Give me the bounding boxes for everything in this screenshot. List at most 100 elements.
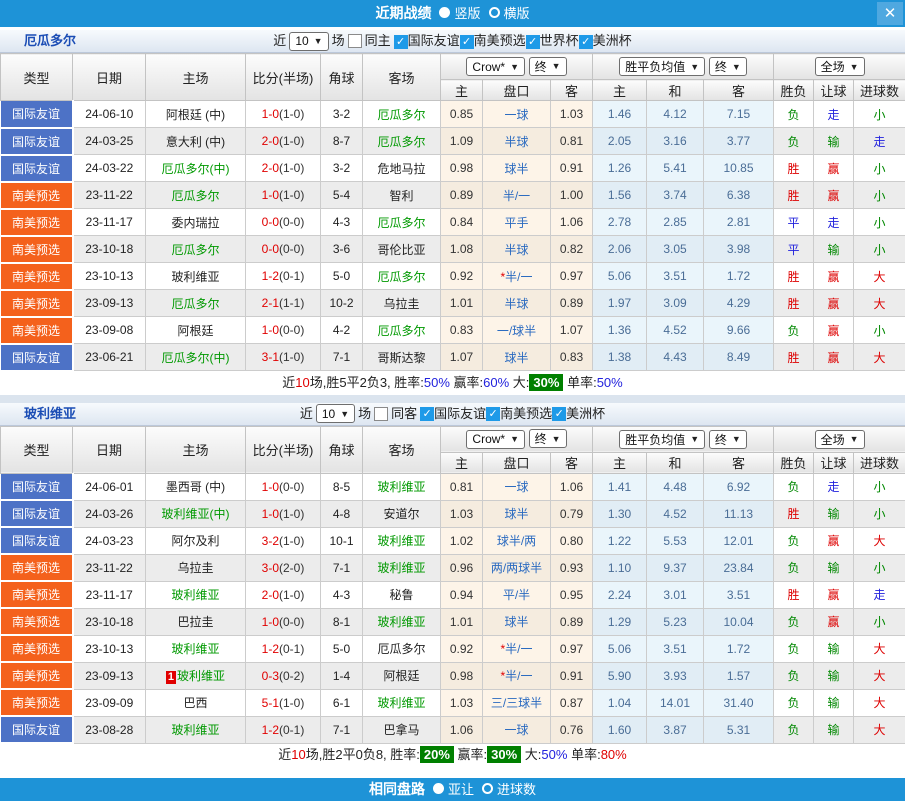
away-team-cell[interactable]: 危地马拉 bbox=[363, 155, 441, 182]
away-odds-cell: 1.06 bbox=[551, 209, 593, 236]
home-team-cell[interactable]: 厄瓜多尔(中) bbox=[146, 155, 246, 182]
away-team-cell[interactable]: 厄瓜多尔 bbox=[363, 317, 441, 344]
away-team-cell[interactable]: 厄瓜多尔 bbox=[363, 635, 441, 662]
goals-radio[interactable] bbox=[482, 783, 493, 794]
match-type-cell: 国际友谊 bbox=[1, 344, 73, 371]
home-team-cell[interactable]: 委内瑞拉 bbox=[146, 209, 246, 236]
away-team-cell[interactable]: 哥斯达黎 bbox=[363, 344, 441, 371]
home-team-cell[interactable]: 玻利维亚(中) bbox=[146, 500, 246, 527]
competition-checkbox[interactable]: ✓ bbox=[420, 407, 434, 421]
home-team-cell[interactable]: 巴西 bbox=[146, 689, 246, 716]
away-team-cell[interactable]: 厄瓜多尔 bbox=[363, 101, 441, 128]
final-select-1[interactable]: 终▼ bbox=[529, 429, 567, 448]
bookmaker-select[interactable]: Crow*▼ bbox=[466, 430, 525, 449]
competition-checkbox[interactable]: ✓ bbox=[460, 35, 474, 49]
match-type-cell: 南美预选 bbox=[1, 290, 73, 317]
away-team-cell[interactable]: 智利 bbox=[363, 182, 441, 209]
home-team-cell[interactable]: 厄瓜多尔 bbox=[146, 290, 246, 317]
avg-away-cell: 3.51 bbox=[704, 581, 774, 608]
final-select-1[interactable]: 终▼ bbox=[529, 57, 567, 76]
home-team-name: 墨西哥 (中) bbox=[166, 480, 225, 494]
final-select-2[interactable]: 终▼ bbox=[709, 57, 747, 76]
team-section: 玻利维亚 近 10▼ 场 同客 ✓国际友谊✓南美预选✓美洲杯 类型 日期 bbox=[0, 403, 905, 768]
home-team-name: 玻利维亚 bbox=[171, 270, 219, 284]
home-team-cell[interactable]: 厄瓜多尔(中) bbox=[146, 344, 246, 371]
games-count-select[interactable]: 10▼ bbox=[316, 404, 355, 423]
corner-cell: 7-1 bbox=[321, 344, 363, 371]
home-team-cell[interactable]: 厄瓜多尔 bbox=[146, 236, 246, 263]
asian-handicap-radio[interactable] bbox=[433, 783, 444, 794]
away-team-cell[interactable]: 厄瓜多尔 bbox=[363, 209, 441, 236]
competition-label[interactable]: 世界杯 bbox=[540, 33, 579, 48]
chevron-down-icon: ▼ bbox=[314, 30, 323, 52]
home-team-cell[interactable]: 玻利维亚 bbox=[146, 635, 246, 662]
same-venue-checkbox[interactable] bbox=[348, 34, 362, 48]
home-team-cell[interactable]: 厄瓜多尔 bbox=[146, 182, 246, 209]
away-odds-cell: 1.06 bbox=[551, 473, 593, 500]
avg-draw-cell: 5.41 bbox=[647, 155, 704, 182]
away-team-cell[interactable]: 厄瓜多尔 bbox=[363, 128, 441, 155]
competition-checkbox[interactable]: ✓ bbox=[394, 35, 408, 49]
home-team-cell[interactable]: 阿根廷 bbox=[146, 317, 246, 344]
competition-checkbox[interactable]: ✓ bbox=[526, 35, 540, 49]
competition-label[interactable]: 南美预选 bbox=[500, 406, 552, 421]
competition-label[interactable]: 国际友谊 bbox=[434, 406, 486, 421]
corner-cell: 8-5 bbox=[321, 473, 363, 500]
home-team-cell[interactable]: 阿尔及利 bbox=[146, 527, 246, 554]
same-venue-checkbox[interactable] bbox=[374, 407, 388, 421]
competition-label[interactable]: 国际友谊 bbox=[408, 33, 460, 48]
horizontal-layout-label[interactable]: 横版 bbox=[504, 6, 530, 21]
away-team-name: 厄瓜多尔 bbox=[377, 216, 425, 230]
home-odds-cell: 0.92 bbox=[441, 635, 483, 662]
away-team-cell[interactable]: 玻利维亚 bbox=[363, 473, 441, 500]
competition-label[interactable]: 美洲杯 bbox=[566, 406, 605, 421]
away-team-cell[interactable]: 玻利维亚 bbox=[363, 608, 441, 635]
home-team-cell[interactable]: 玻利维亚 bbox=[146, 263, 246, 290]
competition-checkbox[interactable]: ✓ bbox=[579, 35, 593, 49]
close-button[interactable]: ✕ bbox=[877, 2, 903, 25]
away-team-cell[interactable]: 阿根廷 bbox=[363, 662, 441, 689]
games-count-select[interactable]: 10▼ bbox=[289, 32, 328, 51]
away-team-cell[interactable]: 厄瓜多尔 bbox=[363, 263, 441, 290]
avg-home-cell: 1.29 bbox=[593, 608, 647, 635]
scope-select[interactable]: 全场▼ bbox=[815, 57, 865, 76]
competition-label[interactable]: 美洲杯 bbox=[593, 33, 632, 48]
score-cell: 1-2(0-1) bbox=[246, 635, 321, 662]
away-team-cell[interactable]: 玻利维亚 bbox=[363, 554, 441, 581]
goals-result-cell: 小 bbox=[854, 182, 905, 209]
avg-odds-select[interactable]: 胜平负均值▼ bbox=[619, 430, 705, 449]
star-mark: * bbox=[500, 642, 505, 656]
home-team-cell[interactable]: 墨西哥 (中) bbox=[146, 473, 246, 500]
competition-checkbox[interactable]: ✓ bbox=[486, 407, 500, 421]
away-team-cell[interactable]: 安道尔 bbox=[363, 500, 441, 527]
final-select-2[interactable]: 终▼ bbox=[709, 430, 747, 449]
competition-checkbox[interactable]: ✓ bbox=[552, 407, 566, 421]
vertical-layout-radio[interactable] bbox=[439, 7, 450, 18]
home-team-cell[interactable]: 乌拉圭 bbox=[146, 554, 246, 581]
bookmaker-select[interactable]: Crow*▼ bbox=[466, 57, 525, 76]
home-team-cell[interactable]: 阿根廷 (中) bbox=[146, 101, 246, 128]
home-team-cell[interactable]: 玻利维亚 bbox=[146, 716, 246, 743]
away-team-cell[interactable]: 玻利维亚 bbox=[363, 527, 441, 554]
avg-odds-select[interactable]: 胜平负均值▼ bbox=[619, 57, 705, 76]
score-cell: 3-1(1-0) bbox=[246, 344, 321, 371]
home-team-cell[interactable]: 意大利 (中) bbox=[146, 128, 246, 155]
away-team-cell[interactable]: 哥伦比亚 bbox=[363, 236, 441, 263]
competition-label[interactable]: 南美预选 bbox=[474, 33, 526, 48]
goals-label[interactable]: 进球数 bbox=[497, 782, 536, 797]
halftime-score: (0-0) bbox=[279, 480, 304, 494]
col-avg-home: 主 bbox=[593, 80, 647, 101]
col-date: 日期 bbox=[73, 54, 146, 101]
horizontal-layout-radio[interactable] bbox=[489, 7, 500, 18]
asian-handicap-label[interactable]: 亚让 bbox=[448, 782, 474, 797]
col-handicap-result: 让球 bbox=[814, 452, 854, 473]
scope-select[interactable]: 全场▼ bbox=[815, 430, 865, 449]
away-team-cell[interactable]: 秘鲁 bbox=[363, 581, 441, 608]
vertical-layout-label[interactable]: 竖版 bbox=[454, 6, 480, 21]
away-team-cell[interactable]: 巴拿马 bbox=[363, 716, 441, 743]
away-team-cell[interactable]: 玻利维亚 bbox=[363, 689, 441, 716]
home-team-cell[interactable]: 1玻利维亚 bbox=[146, 662, 246, 689]
home-team-cell[interactable]: 巴拉圭 bbox=[146, 608, 246, 635]
home-team-cell[interactable]: 玻利维亚 bbox=[146, 581, 246, 608]
away-team-cell[interactable]: 乌拉圭 bbox=[363, 290, 441, 317]
